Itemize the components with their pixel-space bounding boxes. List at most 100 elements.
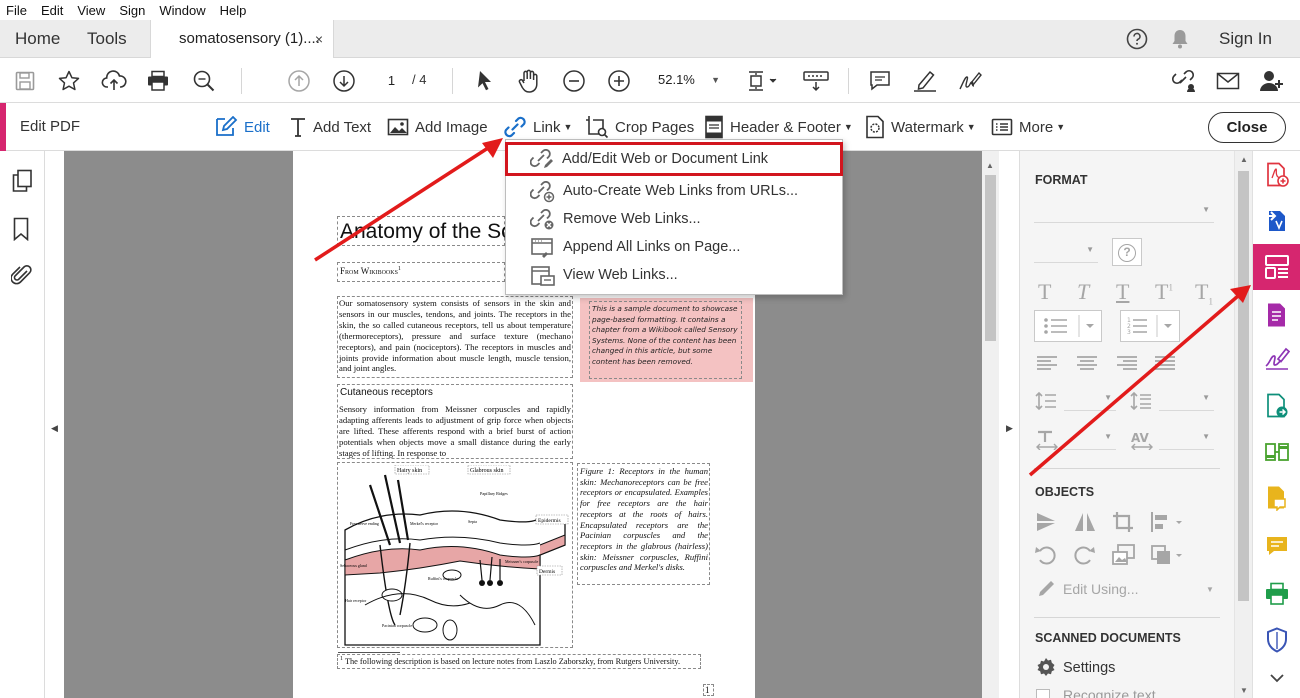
print-production-icon[interactable] xyxy=(1253,573,1300,615)
close-tab-icon[interactable]: × xyxy=(315,20,323,58)
align-right-icon[interactable] xyxy=(1116,355,1138,371)
horizontal-scaling-icon[interactable] xyxy=(1035,430,1059,450)
align-center-icon[interactable] xyxy=(1076,355,1098,371)
pages-thumbnail-icon[interactable] xyxy=(11,169,33,193)
subscript-icon[interactable]: T1 xyxy=(1195,279,1213,306)
section-heading[interactable]: Cutaneous receptors xyxy=(340,387,433,398)
attachment-icon[interactable] xyxy=(11,263,33,287)
hand-tool-icon[interactable] xyxy=(516,68,542,94)
scrollbar-thumb[interactable] xyxy=(985,175,996,341)
comment-icon[interactable] xyxy=(867,68,893,94)
line-spacing-icon[interactable] xyxy=(1035,391,1057,411)
character-spacing-icon[interactable]: AV xyxy=(1130,430,1154,450)
add-image-button[interactable]: Add Image xyxy=(387,103,488,151)
sticky-note-icon[interactable] xyxy=(1253,525,1300,567)
menu-item-remove-links[interactable]: Remove Web Links... xyxy=(506,205,842,233)
rotate-right-icon[interactable] xyxy=(1073,544,1095,566)
create-pdf-icon[interactable] xyxy=(1253,154,1300,196)
arrange-objects-icon[interactable] xyxy=(1150,544,1186,566)
text-style-italic-icon[interactable]: T xyxy=(1077,279,1089,305)
font-family-select[interactable]: ▼ xyxy=(1034,201,1214,223)
figure-caption[interactable]: Figure 1: Receptors in the human skin: M… xyxy=(580,466,708,573)
scroll-mode-icon[interactable] xyxy=(801,68,831,94)
email-icon[interactable] xyxy=(1215,68,1241,94)
skin-receptors-figure[interactable]: Hairy skin Glabrous skin Papillary Ridge… xyxy=(340,465,572,647)
settings-label[interactable]: Settings xyxy=(1063,660,1115,676)
sign-icon[interactable] xyxy=(957,68,983,94)
highlight-pen-icon[interactable] xyxy=(912,68,938,94)
compare-files-icon[interactable] xyxy=(1253,431,1300,473)
superscript-icon[interactable]: T1 xyxy=(1155,279,1173,305)
edit-button[interactable]: Edit xyxy=(214,103,270,151)
bell-icon[interactable] xyxy=(1170,28,1190,50)
document-source[interactable]: From Wikibooks1 xyxy=(340,266,401,276)
tab-home[interactable]: Home xyxy=(15,20,60,58)
bookmark-icon[interactable] xyxy=(12,217,30,241)
character-spacing-select[interactable]: ▼ xyxy=(1159,428,1214,450)
align-justify-icon[interactable] xyxy=(1154,355,1176,371)
menu-help[interactable]: Help xyxy=(220,3,247,18)
menu-window[interactable]: Window xyxy=(159,3,205,18)
font-help-button[interactable]: ? xyxy=(1112,238,1142,266)
watermark-button[interactable]: Watermark ▼ xyxy=(865,103,976,151)
format-panel-scrollbar[interactable]: ▲ ▼ xyxy=(1234,151,1252,698)
collapse-right-panel[interactable]: ▶ xyxy=(999,151,1019,698)
document-scrollbar[interactable]: ▲ xyxy=(982,151,999,698)
tab-tools[interactable]: Tools xyxy=(87,20,127,58)
share-link-icon[interactable] xyxy=(1170,68,1198,94)
edit-pdf-tool-icon[interactable] xyxy=(1253,244,1300,290)
zoom-in-icon[interactable] xyxy=(606,68,632,94)
zoom-out-icon[interactable] xyxy=(561,68,587,94)
send-for-review-icon[interactable] xyxy=(1253,385,1300,427)
replace-image-icon[interactable] xyxy=(1112,544,1136,566)
menu-file[interactable]: File xyxy=(6,3,27,18)
document-title[interactable]: Anatomy of the Somatosensory System xyxy=(340,220,505,244)
add-text-button[interactable]: Add Text xyxy=(289,103,371,151)
upload-cloud-icon[interactable] xyxy=(101,68,127,94)
scroll-up-icon[interactable]: ▲ xyxy=(1240,155,1248,164)
zoom-search-icon[interactable] xyxy=(191,68,217,94)
scroll-up-icon[interactable]: ▲ xyxy=(986,161,994,170)
text-style-underline-icon[interactable]: T xyxy=(1116,279,1129,305)
comment-tool-icon[interactable] xyxy=(1253,477,1300,519)
text-style-regular-icon[interactable]: T xyxy=(1038,279,1051,305)
font-size-select[interactable]: ▼ xyxy=(1034,241,1098,263)
rotate-left-icon[interactable] xyxy=(1035,544,1057,566)
zoom-level-select[interactable]: 52.1% ▼ xyxy=(650,68,730,92)
menu-view[interactable]: View xyxy=(77,3,105,18)
recognize-text-checkbox[interactable] xyxy=(1036,689,1050,698)
more-button[interactable]: More ▼ xyxy=(991,103,1065,151)
page-fit-icon[interactable] xyxy=(745,68,779,94)
close-button[interactable]: Close xyxy=(1208,112,1286,143)
scrollbar-thumb[interactable] xyxy=(1238,171,1249,601)
crop-object-icon[interactable] xyxy=(1112,511,1134,533)
bullet-list-select[interactable] xyxy=(1034,310,1102,342)
paragraph-spacing-icon[interactable] xyxy=(1130,391,1152,411)
menu-sign[interactable]: Sign xyxy=(119,3,145,18)
line-spacing-select[interactable]: ▼ xyxy=(1064,389,1116,411)
menu-item-append-links[interactable]: Append All Links on Page... xyxy=(506,233,842,261)
menu-item-add-edit-link[interactable]: Add/Edit Web or Document Link xyxy=(505,142,843,176)
menu-item-auto-create-links[interactable]: Auto-Create Web Links from URLs... xyxy=(506,177,842,205)
fill-sign-icon[interactable] xyxy=(1253,337,1300,379)
scroll-down-icon[interactable]: ▼ xyxy=(1240,686,1248,695)
previous-page-icon[interactable] xyxy=(286,68,312,94)
organize-pages-icon[interactable] xyxy=(1253,294,1300,336)
edit-using-label[interactable]: Edit Using... xyxy=(1063,581,1138,597)
paragraph-intro[interactable]: Our somatosensory system consists of sen… xyxy=(339,298,571,374)
flip-vertical-icon[interactable] xyxy=(1035,511,1057,533)
align-left-icon[interactable] xyxy=(1036,355,1058,371)
select-cursor-icon[interactable] xyxy=(472,68,498,94)
align-objects-icon[interactable] xyxy=(1150,511,1186,533)
paragraph-spacing-select[interactable]: ▼ xyxy=(1159,389,1214,411)
recognize-text-label[interactable]: Recognize text xyxy=(1063,687,1156,698)
add-user-icon[interactable] xyxy=(1259,68,1285,94)
help-icon[interactable] xyxy=(1126,28,1148,50)
paragraph-cutaneous[interactable]: Sensory information from Meissner corpus… xyxy=(339,404,571,459)
numbered-list-select[interactable]: 123 xyxy=(1120,310,1180,342)
print-icon[interactable] xyxy=(145,68,171,94)
tab-document[interactable]: somatosensory (1).... × xyxy=(150,20,334,58)
protect-shield-icon[interactable] xyxy=(1253,619,1300,661)
menu-edit[interactable]: Edit xyxy=(41,3,63,18)
collapse-left-panel[interactable]: ◀ xyxy=(45,151,64,698)
